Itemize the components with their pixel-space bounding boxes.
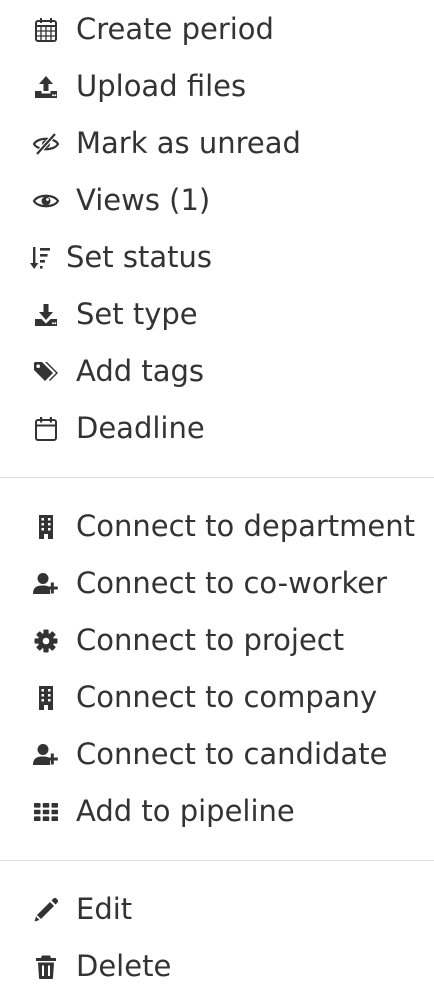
calendar-icon — [32, 415, 60, 443]
menu-item-label: Connect to project — [76, 623, 345, 657]
menu-item-edit[interactable]: Edit — [0, 881, 434, 938]
menu-group-primary: Create period Upload files Mark as unrea… — [0, 0, 434, 457]
menu-item-label: Connect to department — [76, 509, 416, 543]
menu-item-label: Set status — [66, 240, 212, 274]
grid-icon — [32, 798, 60, 826]
building-icon — [32, 513, 60, 541]
menu-item-label: Mark as unread — [76, 126, 301, 160]
menu-item-label: Add to pipeline — [76, 794, 295, 828]
menu-item-label: Views (1) — [76, 183, 211, 217]
user-plus-icon — [32, 570, 60, 598]
menu-item-label: Connect to company — [76, 680, 378, 714]
menu-item-upload-files[interactable]: Upload files — [0, 58, 434, 115]
menu-item-connect-company[interactable]: Connect to company — [0, 669, 434, 726]
menu-item-label: Create period — [76, 12, 274, 46]
upload-icon — [32, 73, 60, 101]
tags-icon — [32, 358, 60, 386]
menu-item-label: Deadline — [76, 411, 205, 445]
menu-item-deadline[interactable]: Deadline — [0, 400, 434, 457]
pencil-icon — [32, 896, 60, 924]
menu-item-label: Add tags — [76, 354, 205, 388]
menu-item-set-status[interactable]: Set status — [0, 229, 434, 286]
menu-item-connect-department[interactable]: Connect to department — [0, 498, 434, 555]
menu-item-label: Edit — [76, 892, 133, 926]
menu-item-add-tags[interactable]: Add tags — [0, 343, 434, 400]
menu-item-label: Set type — [76, 297, 198, 331]
eye-slash-icon — [32, 130, 60, 158]
menu-divider — [0, 860, 434, 861]
building-icon — [32, 684, 60, 712]
sort-amount-down-icon — [30, 244, 50, 272]
download-icon — [32, 301, 60, 329]
user-plus-icon — [32, 741, 60, 769]
menu-item-add-to-pipeline[interactable]: Add to pipeline — [0, 783, 434, 840]
menu-item-delete[interactable]: Delete — [0, 938, 434, 995]
menu-item-mark-as-unread[interactable]: Mark as unread — [0, 115, 434, 172]
menu-item-connect-candidate[interactable]: Connect to candidate — [0, 726, 434, 783]
eye-icon — [32, 187, 60, 215]
menu-item-label: Upload files — [76, 69, 247, 103]
menu-group-connect: Connect to department Connect to co-work… — [0, 498, 434, 840]
menu-item-label: Delete — [76, 949, 172, 983]
menu-item-create-period[interactable]: Create period — [0, 1, 434, 58]
context-menu: Create period Upload files Mark as unrea… — [0, 0, 434, 995]
menu-divider — [0, 477, 434, 478]
calendar-grid-icon — [32, 16, 60, 44]
gear-icon — [32, 627, 60, 655]
trash-icon — [32, 953, 60, 981]
menu-item-views[interactable]: Views (1) — [0, 172, 434, 229]
menu-item-set-type[interactable]: Set type — [0, 286, 434, 343]
menu-item-label: Connect to candidate — [76, 737, 388, 771]
menu-item-connect-coworker[interactable]: Connect to co-worker — [0, 555, 434, 612]
menu-group-actions: Edit Delete — [0, 881, 434, 995]
menu-item-connect-project[interactable]: Connect to project — [0, 612, 434, 669]
menu-item-label: Connect to co-worker — [76, 566, 388, 600]
